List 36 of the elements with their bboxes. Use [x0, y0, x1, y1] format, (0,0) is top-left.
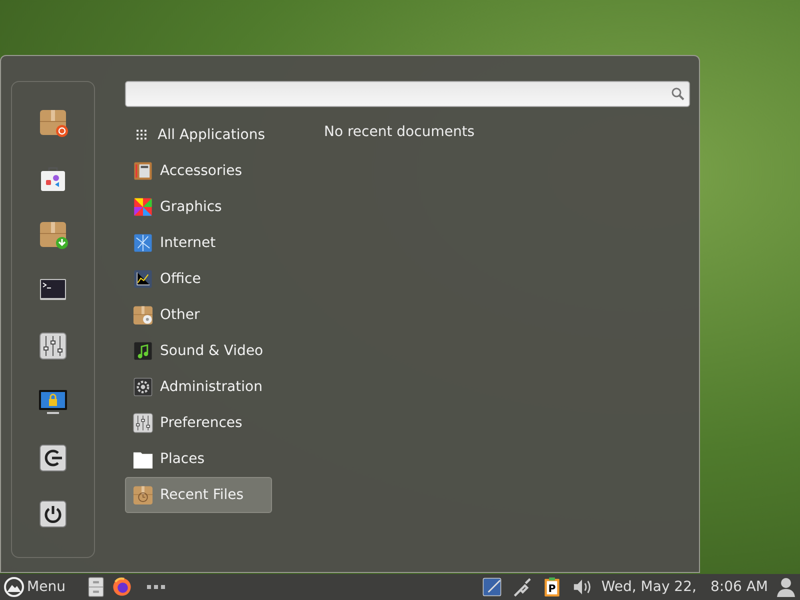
- category-item[interactable]: Administration: [125, 369, 272, 405]
- music-note-icon: [132, 340, 154, 362]
- search-field[interactable]: [125, 81, 690, 107]
- empty-message: No recent documents: [324, 123, 475, 142]
- mountain-logo-icon: [4, 577, 24, 597]
- more-dots-icon[interactable]: [147, 585, 168, 589]
- category-item[interactable]: Graphics: [125, 189, 272, 225]
- category-item[interactable]: Sound & Video: [125, 333, 272, 369]
- logout-icon: [38, 443, 68, 473]
- package-gear-icon: [132, 304, 154, 326]
- gear-icon: [132, 376, 154, 398]
- category-item[interactable]: Other: [125, 297, 272, 333]
- category-item[interactable]: Internet: [125, 225, 272, 261]
- user-icon[interactable]: [776, 577, 796, 597]
- clock-time[interactable]: 8:06 AM: [710, 579, 768, 595]
- category-item[interactable]: All Applications: [125, 117, 272, 153]
- package-icon: [38, 107, 68, 137]
- search-icon: [671, 87, 685, 101]
- color-wheel-icon: [132, 196, 154, 218]
- sliders-icon: [132, 412, 154, 434]
- plug-icon[interactable]: [511, 576, 534, 598]
- sliders-icon: [38, 331, 68, 361]
- package-icon: [38, 219, 68, 249]
- category-item[interactable]: Recent Files: [125, 477, 272, 513]
- power-icon: [38, 499, 68, 529]
- screen-pen-icon[interactable]: [481, 576, 504, 598]
- category-item[interactable]: Office: [125, 261, 272, 297]
- clock-folder-icon: [132, 484, 154, 506]
- monitor-lock-icon: [38, 387, 68, 417]
- chart-icon: [132, 268, 154, 290]
- category-item[interactable]: Accessories: [125, 153, 272, 189]
- clock-date[interactable]: Wed, May 22,: [601, 579, 696, 595]
- category-item[interactable]: Preferences: [125, 405, 272, 441]
- calculator-icon: [132, 160, 154, 182]
- category-item[interactable]: Places: [125, 441, 272, 477]
- menu-button[interactable]: Menu: [4, 577, 66, 597]
